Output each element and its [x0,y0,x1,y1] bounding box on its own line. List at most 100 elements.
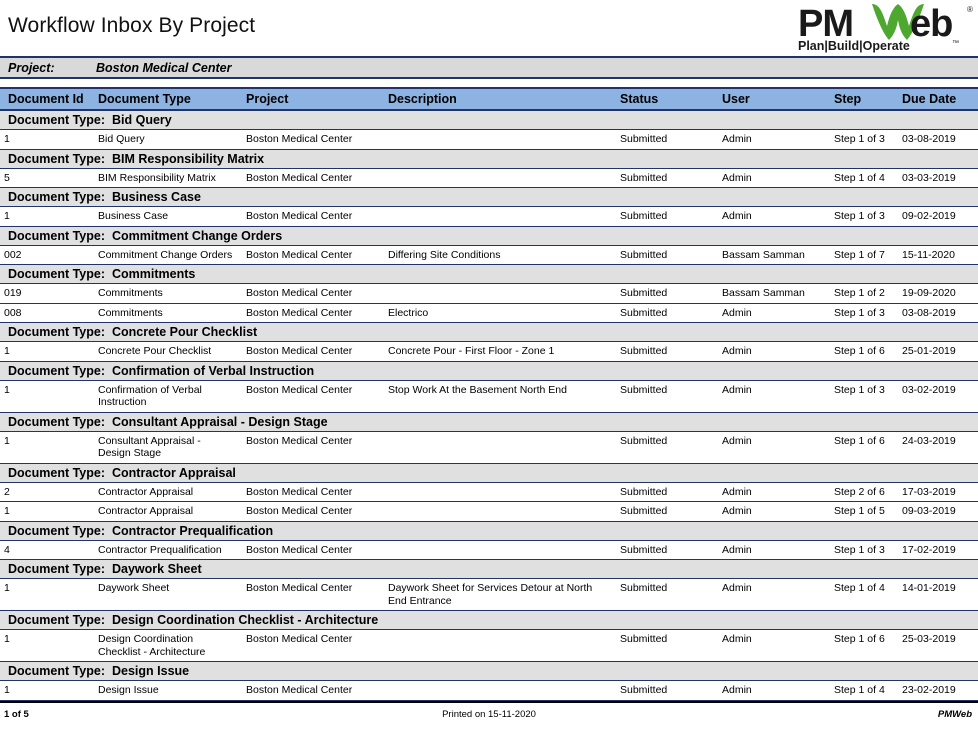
table-row[interactable]: 1 Concrete Pour Checklist Boston Medical C… [0,341,978,362]
cell-document-id: 1 [0,129,90,150]
cell-status: Submitted [612,380,714,413]
cell-status: Submitted [612,283,714,304]
cell-document-type: Contractor Prequalification [90,540,238,560]
cell-user: Admin [714,206,826,227]
cell-project: Boston Medical Center [238,303,380,323]
table-row[interactable]: 019 Commitments Boston Medical Center Submi… [0,283,978,304]
cell-status: Submitted [612,245,714,265]
group-name: Daywork Sheet [112,562,202,576]
column-header-status[interactable]: Status [612,87,714,111]
table-row[interactable]: 1 Design Issue Boston Medical Center Submit… [0,680,978,701]
cell-document-type: Concrete Pour Checklist [90,341,238,362]
group-header-row: Document Type: Commitments [0,264,978,284]
group-header-row: Document Type: Commitment Change Orders [0,225,978,246]
cell-due-date: 23-02-2019 [894,680,978,701]
cell-document-type: Bid Query [90,129,238,150]
group-prefix-label: Document Type: [8,363,105,378]
cell-description [380,540,612,560]
group-name: BIM Responsibility Matrix [112,151,265,166]
group-header-cell: Document Type: Consultant Appraisal - Des… [0,411,978,432]
cell-status: Submitted [612,168,714,188]
cell-document-type: Business Case [90,206,238,227]
group-header-cell: Document Type: Concrete Pour Checklist [0,322,978,342]
cell-user: Admin [714,431,826,464]
table-row[interactable]: 1 Business Case Boston Medical Center Submi… [0,206,978,227]
group-header-row: Document Type: BIM Responsibility Matrix [0,148,978,169]
cell-user: Admin [714,578,826,611]
group-header-cell: Document Type: Contractor Prequalificatio… [0,520,978,541]
table-header-row: Document Id Document Type Project Descri… [0,87,978,111]
table-row[interactable]: 1 Contractor Appraisal Boston Medical Cent… [0,501,978,522]
cell-document-type: Design Coordination Checklist - Architec… [90,629,238,662]
cell-description: Electrico [380,303,612,323]
cell-document-type: Commitments [90,283,238,304]
page-title: Workflow Inbox By Project [8,14,256,37]
group-header-cell: Document Type: Confirmation of Verbal Ins… [0,360,978,381]
table-row[interactable]: 1 Daywork Sheet Boston Medical Center Daywo… [0,578,978,611]
table-row[interactable]: 5 BIM Responsibility Matrix Boston Medical… [0,168,978,188]
column-header-user[interactable]: User [714,87,826,111]
cell-document-id: 1 [0,341,90,362]
cell-document-id: 1 [0,431,90,464]
cell-project: Boston Medical Center [238,540,380,560]
cell-description: Differing Site Conditions [380,245,612,265]
cell-project: Boston Medical Center [238,501,380,522]
group-prefix-label: Document Type: [8,325,105,339]
cell-due-date: 25-03-2019 [894,629,978,662]
cell-description [380,206,612,227]
table-row[interactable]: 002 Commitment Change Orders Boston Medica… [0,245,978,265]
cell-description [380,482,612,502]
group-header-row: Document Type: Confirmation of Verbal Ins… [0,360,978,381]
report-header: Workflow Inbox By Project PM eb ® Plan|B… [0,0,978,56]
cell-document-id: 019 [0,283,90,304]
table-row[interactable]: 1 Confirmation of Verbal Instruction Bosto… [0,380,978,413]
workflow-inbox-table: Document Id Document Type Project Descri… [0,87,978,701]
group-prefix-label: Document Type: [8,228,105,243]
cell-due-date: 09-03-2019 [894,501,978,522]
cell-document-type: BIM Responsibility Matrix [90,168,238,188]
group-header-row: Document Type: Concrete Pour Checklist [0,322,978,342]
cell-document-type: Commitment Change Orders [90,245,238,265]
pmweb-logo: PM eb ® Plan|Build|Operate ™ [784,2,974,54]
table-row[interactable]: 2 Contractor Appraisal Boston Medical Cent… [0,482,978,502]
cell-step: Step 1 of 6 [826,629,894,662]
group-prefix-label: Document Type: [8,151,105,166]
cell-document-id: 4 [0,540,90,560]
group-prefix-label: Document Type: [8,267,105,281]
cell-project: Boston Medical Center [238,629,380,662]
project-band: Project: Boston Medical Center [0,56,978,79]
cell-due-date: 17-03-2019 [894,482,978,502]
table-row[interactable]: 008 Commitments Boston Medical Center Elect… [0,303,978,323]
table-row[interactable]: 1 Design Coordination Checklist - Archite… [0,629,978,662]
column-header-document-type[interactable]: Document Type [90,87,238,111]
cell-step: Step 1 of 3 [826,380,894,413]
column-header-description[interactable]: Description [380,87,612,111]
group-name: Design Coordination Checklist - Architec… [112,613,379,627]
cell-due-date: 25-01-2019 [894,341,978,362]
cell-step: Step 1 of 7 [826,245,894,265]
cell-user: Admin [714,680,826,701]
column-header-due-date[interactable]: Due Date [894,87,978,111]
report-footer: 1 of 5 Printed on 15-11-2020 PMWeb [0,701,978,727]
cell-status: Submitted [612,680,714,701]
cell-document-id: 1 [0,578,90,611]
group-header-row: Document Type: Bid Query [0,109,978,130]
table-row[interactable]: 1 Bid Query Boston Medical Center Submitted… [0,129,978,150]
table-row[interactable]: 4 Contractor Prequalification Boston Medic… [0,540,978,560]
svg-text:®: ® [967,5,973,14]
group-prefix-label: Document Type: [8,465,105,480]
group-prefix-label: Document Type: [8,664,105,678]
table-row[interactable]: 1 Consultant Appraisal - Design Stage Bost… [0,431,978,464]
cell-status: Submitted [612,482,714,502]
group-header-cell: Document Type: Contractor Appraisal [0,462,978,483]
cell-user: Admin [714,540,826,560]
cell-due-date: 17-02-2019 [894,540,978,560]
cell-due-date: 14-01-2019 [894,578,978,611]
cell-step: Step 1 of 3 [826,206,894,227]
group-prefix-label: Document Type: [8,613,105,627]
column-header-step[interactable]: Step [826,87,894,111]
column-header-document-id[interactable]: Document Id [0,87,90,111]
cell-step: Step 1 of 4 [826,680,894,701]
column-header-project[interactable]: Project [238,87,380,111]
group-header-cell: Document Type: Business Case [0,187,978,207]
